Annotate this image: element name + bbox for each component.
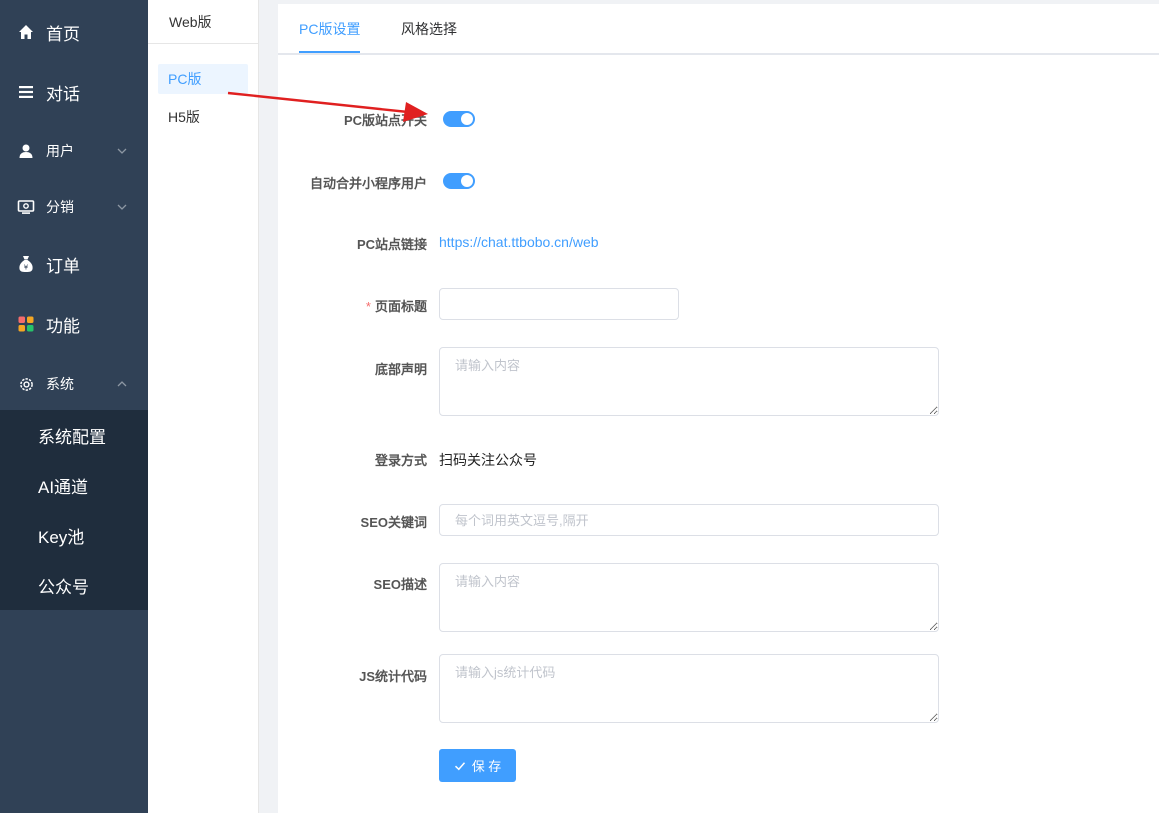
save-button[interactable]: 保 存 [439, 749, 516, 782]
tab-bar: PC版设置 风格选择 [278, 4, 1159, 55]
js-stats-code-textarea[interactable] [439, 654, 939, 723]
pc-site-link[interactable]: https://chat.ttbobo.cn/web [439, 234, 599, 250]
list-icon [16, 82, 36, 102]
home-icon [16, 22, 36, 42]
switch-knob [461, 175, 473, 187]
sidebar: 首页 对话 用户 分销 ¥ 订单 功能 系统 系统配置 AI通道 Key池 公众… [0, 0, 148, 813]
sidebar-item-orders[interactable]: ¥ 订单 [0, 234, 148, 294]
submenu-item-system-config[interactable]: 系统配置 [0, 410, 148, 460]
submenu-item-official-account[interactable]: 公众号 [0, 560, 148, 610]
sidebar-item-features[interactable]: 功能 [0, 294, 148, 354]
login-method-value: 扫码关注公众号 [439, 452, 537, 468]
sidebar-item-label: 订单 [46, 256, 80, 276]
pc-site-link-label: PC站点链接 [356, 237, 427, 252]
pc-site-switch[interactable] [443, 111, 475, 127]
sidebar-item-label: 用户 [46, 143, 74, 159]
sidebar-item-label: 分销 [46, 199, 74, 215]
svg-text:¥: ¥ [24, 264, 29, 272]
check-icon [454, 761, 465, 770]
seo-description-textarea[interactable] [439, 563, 939, 632]
main-content: PC版设置 风格选择 PC版站点开关 自动合并小程序用户 PC站点链接 http… [278, 4, 1159, 813]
sidebar-item-system[interactable]: 系统 [0, 354, 148, 414]
pc-site-switch-label: PC版站点开关 [343, 113, 427, 128]
merge-mini-users-label: 自动合并小程序用户 [309, 176, 427, 191]
sidebar-item-label: 首页 [46, 24, 80, 44]
panel-title: Web版 [148, 0, 258, 44]
user-icon [16, 141, 36, 161]
seo-keywords-label: SEO关键词 [360, 515, 427, 530]
sidebar-item-users[interactable]: 用户 [0, 121, 148, 181]
footer-statement-label: 底部声明 [374, 362, 427, 377]
sidebar-item-label: 功能 [46, 316, 80, 336]
money-bag-icon: ¥ [16, 254, 36, 274]
panel-item-pc[interactable]: PC版 [158, 64, 248, 94]
panel-item-h5[interactable]: H5版 [158, 102, 248, 132]
active-tab-indicator [299, 51, 360, 53]
page-title-label: * 页面标题 [366, 296, 427, 315]
system-submenu: 系统配置 AI通道 Key池 公众号 [0, 410, 148, 610]
sidebar-item-label: 对话 [46, 84, 80, 104]
chevron-up-icon [117, 381, 127, 387]
footer-statement-textarea[interactable] [439, 347, 939, 416]
page-title-label-text: 页面标题 [374, 299, 427, 314]
page-title-input[interactable] [439, 288, 679, 320]
apps-grid-icon [16, 314, 36, 334]
chevron-down-icon [117, 148, 127, 154]
required-mark: * [365, 299, 371, 314]
login-method-label: 登录方式 [374, 453, 427, 468]
js-stats-code-label: JS统计代码 [359, 669, 427, 684]
web-version-panel: Web版 PC版 H5版 [148, 0, 259, 813]
gear-icon [16, 374, 36, 394]
distribution-icon [16, 197, 36, 217]
seo-description-label: SEO描述 [373, 577, 427, 592]
tab-pc-settings[interactable]: PC版设置 [299, 4, 360, 53]
submenu-item-ai-channel[interactable]: AI通道 [0, 460, 148, 510]
submenu-item-key-pool[interactable]: Key池 [0, 510, 148, 560]
switch-knob [461, 113, 473, 125]
sidebar-item-distribution[interactable]: 分销 [0, 177, 148, 237]
save-button-label: 保 存 [471, 759, 502, 774]
sidebar-item-chat[interactable]: 对话 [0, 62, 148, 122]
sidebar-item-home[interactable]: 首页 [0, 2, 148, 62]
tab-style-select[interactable]: 风格选择 [401, 4, 457, 53]
sidebar-item-label: 系统 [46, 376, 74, 392]
seo-keywords-input[interactable] [439, 504, 939, 536]
chevron-down-icon [117, 204, 127, 210]
merge-mini-users-switch[interactable] [443, 173, 475, 189]
